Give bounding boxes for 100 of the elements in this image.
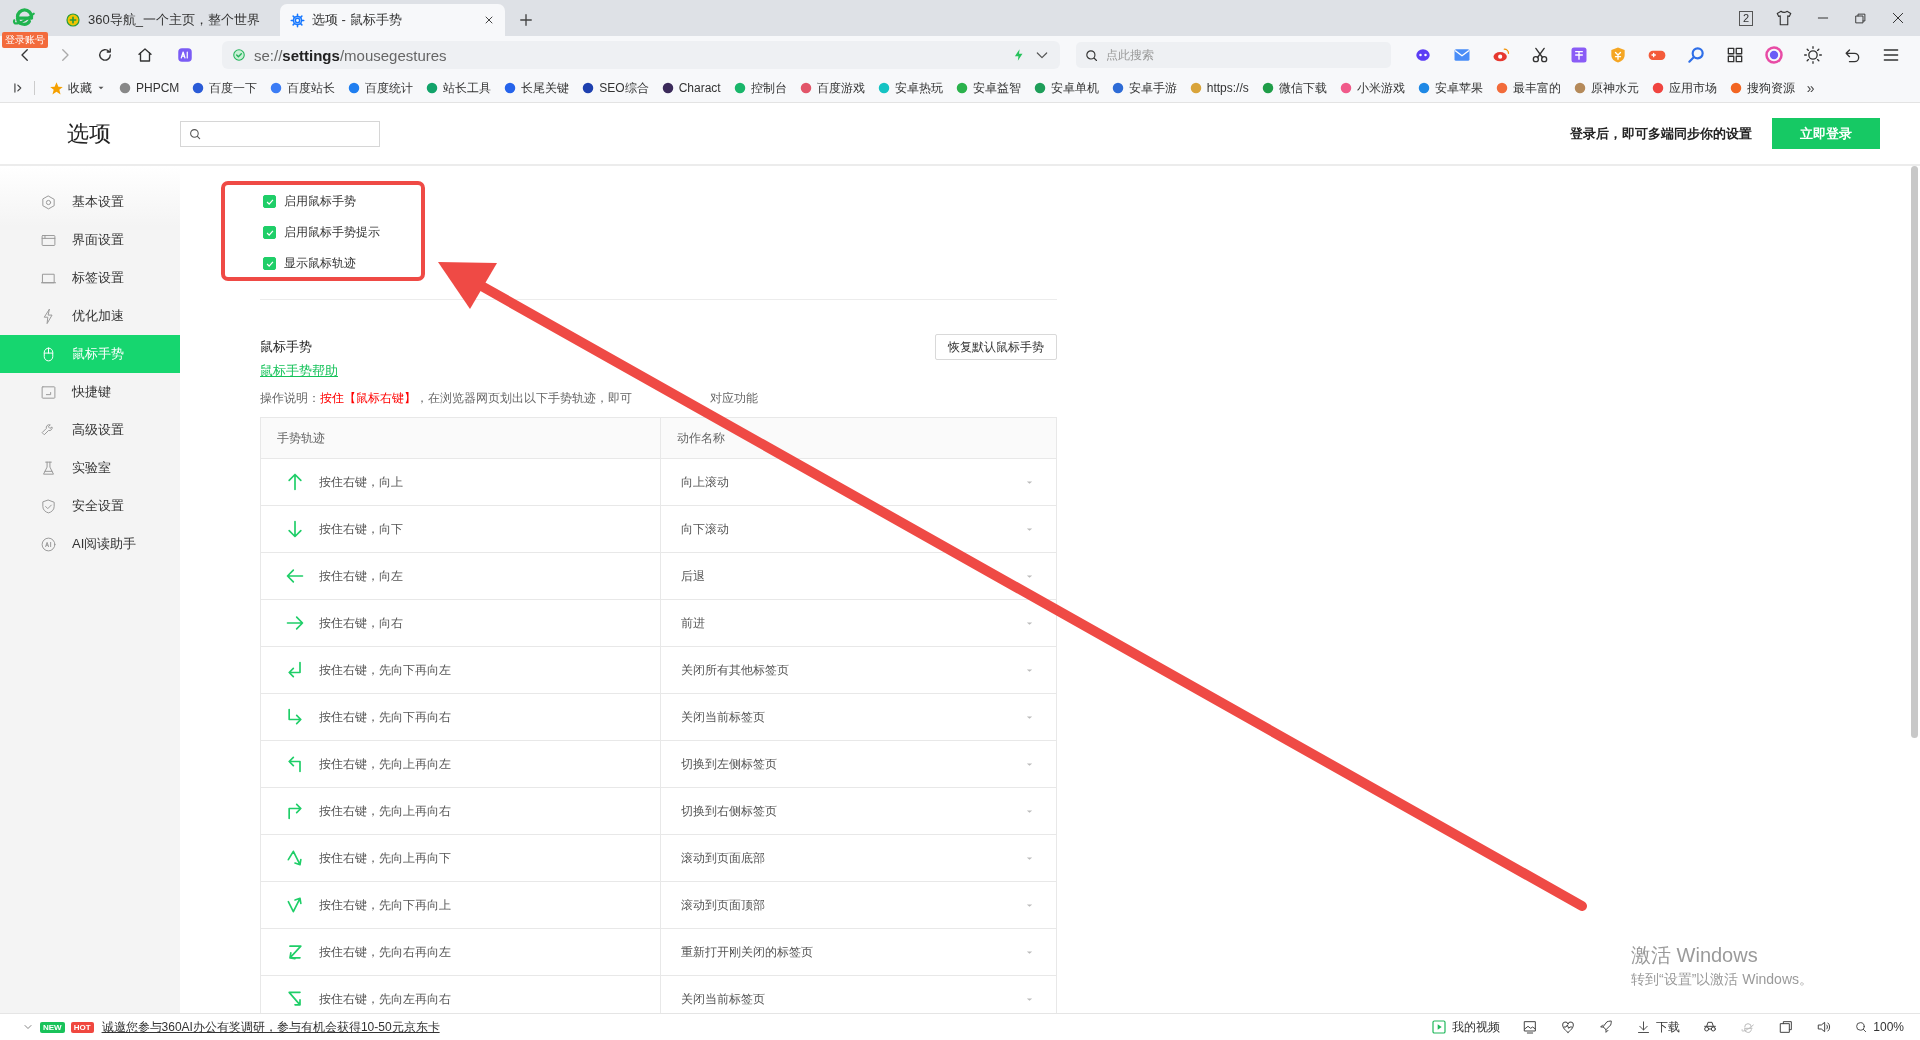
bookmark[interactable]: 百度一下 (185, 79, 264, 97)
browser-tab[interactable]: 选项 - 鼠标手势 (280, 4, 505, 36)
search-field[interactable]: 点此搜索 (1076, 42, 1391, 68)
bookmark[interactable]: https://s (1182, 81, 1255, 95)
action-dropdown[interactable]: 关闭当前标签页 (661, 694, 1056, 740)
bookmark[interactable]: 站长工具 (419, 79, 498, 97)
bookmark[interactable]: 最丰富的 (1488, 79, 1567, 97)
action-dropdown[interactable]: 滚动到页面顶部 (661, 882, 1056, 928)
sun-icon[interactable] (1803, 45, 1823, 65)
gear-icon (290, 12, 305, 28)
gesture-arrow-icon (285, 707, 305, 727)
checkbox[interactable] (263, 257, 276, 270)
bookmark[interactable]: 微信下载 (1254, 79, 1333, 97)
sidebar-item[interactable]: 实验室 (0, 449, 180, 487)
translate-icon[interactable] (1569, 45, 1589, 65)
sidebar-item[interactable]: 快捷键 (0, 373, 180, 411)
activation-hint: 转到“设置”以激活 Windows。 (1631, 971, 1813, 989)
search-icon[interactable] (1686, 45, 1706, 65)
sidebar-icon (40, 535, 57, 553)
site-icon (191, 81, 206, 95)
bookmark[interactable]: PHPCM (112, 81, 186, 95)
scissors-icon[interactable] (1530, 45, 1550, 65)
speaker-icon[interactable] (1816, 1019, 1833, 1035)
bookmark[interactable]: Charact (654, 81, 727, 95)
site-icon (798, 81, 813, 95)
close-icon[interactable] (483, 14, 495, 26)
bookmark[interactable]: 安卓单机 (1026, 79, 1105, 97)
site-icon (269, 81, 284, 95)
reload-icon[interactable] (96, 46, 114, 64)
restore-icon[interactable] (1853, 10, 1868, 26)
site-icon (1110, 81, 1125, 95)
bookmark[interactable]: 小米游戏 (1332, 79, 1411, 97)
checkbox-label: 启用鼠标手势提示 (284, 224, 380, 241)
download-icon (1636, 1019, 1652, 1035)
bookmark[interactable]: 安卓手游 (1104, 79, 1183, 97)
gesture-arrow-icon (285, 566, 305, 586)
bookmark[interactable]: 安卓热玩 (870, 79, 949, 97)
reset-button[interactable]: 恢复默认鼠标手势 (935, 334, 1057, 360)
search-field[interactable] (180, 120, 380, 147)
action-dropdown[interactable]: 关闭所有其他标签页 (661, 647, 1056, 693)
bookmark[interactable]: 百度站长 (263, 79, 342, 97)
sidebar-item[interactable]: AI阅读助手 (0, 525, 180, 563)
video-button[interactable]: 我的视频 (1431, 1018, 1501, 1036)
bookmark[interactable]: 收藏 (43, 79, 112, 97)
bookmark[interactable]: 长尾关键 (497, 79, 576, 97)
bookmark[interactable]: 控制台 (726, 79, 793, 97)
tab-count[interactable]: 2 (1739, 10, 1753, 26)
action-dropdown[interactable]: 滚动到页面底部 (661, 835, 1056, 881)
sidebar-item[interactable]: 高级设置 (0, 411, 180, 449)
section-title: 鼠标手势 (260, 338, 312, 356)
bookmark[interactable]: 搜狗资源 (1722, 79, 1801, 97)
gesture-label: 按住右键，向下 (319, 520, 403, 538)
site-icon (1188, 81, 1203, 95)
new-tab-icon[interactable] (517, 11, 535, 29)
bookmark[interactable]: 安卓益智 (948, 79, 1027, 97)
action-dropdown[interactable]: 切换到右侧标签页 (661, 788, 1056, 834)
action-dropdown[interactable]: 切换到左侧标签页 (661, 741, 1056, 787)
home-icon[interactable] (136, 46, 154, 64)
rocket-icon[interactable] (1598, 1019, 1615, 1035)
gesture-arrow-icon (285, 519, 305, 539)
checkbox[interactable] (263, 195, 276, 208)
ai-circle-icon[interactable] (1764, 45, 1784, 65)
download-button[interactable]: 下载 (1636, 1018, 1681, 1036)
scrollbar-thumb[interactable] (1911, 166, 1918, 738)
action-dropdown[interactable]: 重新打开刚关闭的标签页 (661, 929, 1056, 975)
heartbeat-icon[interactable] (1560, 1019, 1577, 1035)
bookmark[interactable]: 百度游戏 (792, 79, 871, 97)
checkbox[interactable] (263, 226, 276, 239)
image-icon[interactable] (1522, 1019, 1539, 1035)
window-icon[interactable] (1778, 1019, 1795, 1035)
sidebar-item[interactable]: 优化加速 (0, 297, 180, 335)
bookmark[interactable]: 安卓苹果 (1410, 79, 1489, 97)
sidebar-item[interactable]: 标签设置 (0, 259, 180, 297)
sidebar-item[interactable]: 基本设置 (0, 183, 180, 221)
action-dropdown[interactable]: 前进 (661, 600, 1056, 646)
checkbox-label: 启用鼠标手势 (284, 193, 356, 210)
glasses-icon[interactable] (1702, 1019, 1719, 1035)
bookmark[interactable]: 百度统计 (341, 79, 420, 97)
bookmark[interactable]: 应用市场 (1644, 79, 1723, 97)
address-field[interactable]: se://settings/mousegestures (222, 41, 1060, 69)
ai-icon[interactable] (176, 46, 194, 64)
action-dropdown[interactable]: 后退 (661, 553, 1056, 599)
survey-link[interactable]: 诚邀您参与360AI办公有奖调研，参与有机会获得10-50元京东卡 (101, 1018, 440, 1036)
sidebar-item[interactable]: 安全设置 (0, 487, 180, 525)
close-icon[interactable] (1890, 10, 1906, 26)
grid-icon[interactable] (1725, 45, 1745, 65)
bookmark[interactable]: SEO综合 (575, 79, 655, 97)
site-icon (876, 81, 891, 95)
site-icon (1494, 81, 1509, 95)
secure-icon (232, 48, 246, 62)
zoom-button[interactable]: 100% (1854, 1020, 1904, 1034)
shirt-icon[interactable] (1775, 9, 1793, 27)
action-dropdown[interactable]: 向下滚动 (661, 506, 1056, 552)
browser-tab[interactable]: 360导航_一个主页，整个世界 (55, 4, 280, 36)
more-bookmarks-button[interactable]: » (1806, 80, 1815, 96)
bookmark[interactable]: 原神水元 (1566, 79, 1645, 97)
action-dropdown[interactable]: 向上滚动 (661, 459, 1056, 505)
sidebar-item[interactable]: 界面设置 (0, 221, 180, 259)
action-dropdown[interactable]: 关闭当前标签页 (661, 976, 1056, 1013)
site-icon (347, 81, 362, 95)
